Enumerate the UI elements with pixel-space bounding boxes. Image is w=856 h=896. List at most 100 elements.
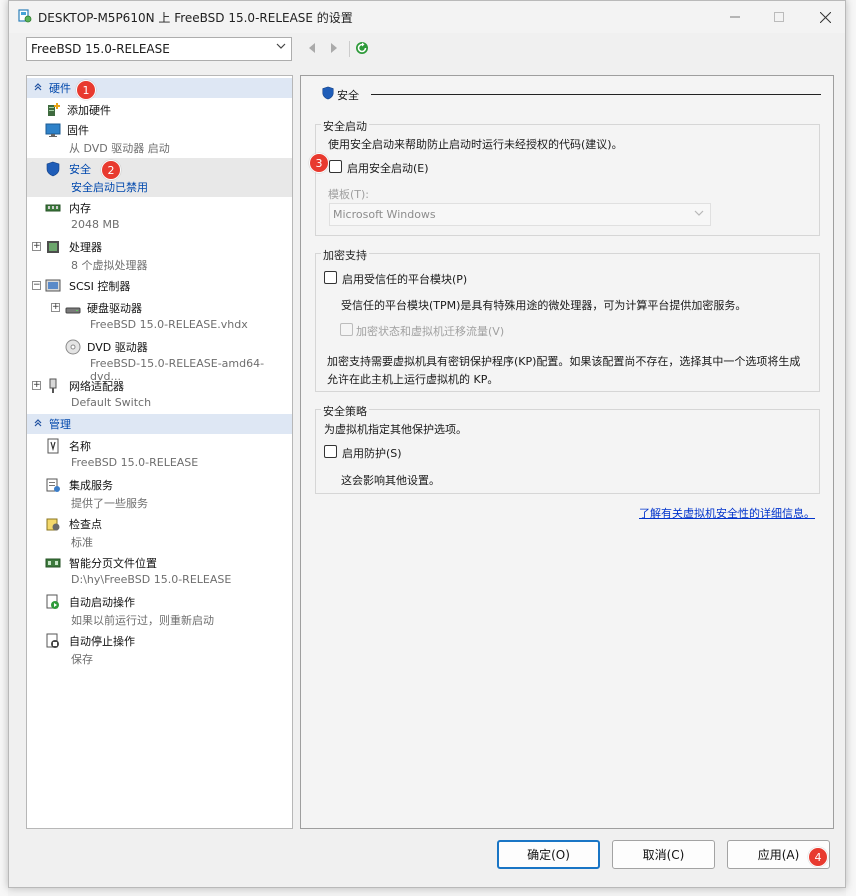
encrypt-traffic-checkbox[interactable] bbox=[340, 323, 353, 336]
scsi-controller-icon bbox=[45, 279, 61, 292]
settings-window: DESKTOP-M5P610N 上 FreeBSD 15.0-RELEASE 的… bbox=[8, 0, 846, 888]
tree-item-integration-services[interactable]: 集成服务 提供了一些服务 bbox=[27, 474, 292, 513]
step-badge-3: 3 bbox=[309, 153, 329, 173]
background-window-left bbox=[0, 0, 8, 896]
encrypt-traffic-label: 加密状态和虚拟机迁移流量(V) bbox=[356, 325, 505, 338]
learn-more-link[interactable]: 了解有关虚拟机安全性的详细信息。 bbox=[639, 505, 815, 521]
maximize-icon bbox=[774, 12, 784, 22]
tree-item-detail: 标准 bbox=[71, 536, 93, 549]
expand-icon[interactable]: + bbox=[51, 303, 60, 312]
expand-icon[interactable]: + bbox=[32, 381, 41, 390]
expand-icon[interactable]: + bbox=[32, 242, 41, 251]
tree-item-firmware[interactable]: 固件 从 DVD 驱动器 启动 bbox=[27, 119, 292, 158]
tree-item-auto-stop[interactable]: 自动停止操作 保存 bbox=[27, 630, 292, 669]
security-panel: 安全 安全启动 使用安全启动来帮助防止启动时运行未经授权的代码(建议)。 启用安… bbox=[300, 75, 834, 829]
checkpoint-icon bbox=[46, 518, 60, 531]
kp-desc-line1: 加密支持需要虚拟机具有密钥保护程序(KP)配置。如果该配置尚不存在，选择其中一个… bbox=[327, 355, 801, 368]
security-policy-title: 安全策略 bbox=[321, 403, 369, 419]
tpm-checkbox[interactable] bbox=[324, 271, 337, 284]
panel-heading: 安全 bbox=[313, 85, 821, 103]
tree-item-detail: D:\hy\FreeBSD 15.0-RELEASE bbox=[71, 573, 232, 586]
hard-drive-icon bbox=[65, 307, 81, 314]
step-badge-4: 4 bbox=[808, 847, 828, 867]
heading-rule bbox=[371, 94, 821, 95]
tree-item-processor[interactable]: + 处理器 8 个虚拟处理器 bbox=[27, 236, 292, 275]
tree-item-label: SCSI 控制器 bbox=[69, 280, 131, 293]
tree-item-network-adapter[interactable]: + 网络适配器 Default Switch bbox=[27, 375, 292, 414]
tree-item-security[interactable]: 安全 安全启动已禁用 bbox=[27, 158, 292, 197]
tree-item-label: 自动启动操作 bbox=[69, 596, 135, 609]
firmware-icon bbox=[45, 123, 61, 137]
processor-icon bbox=[47, 241, 59, 253]
background-window-right bbox=[846, 0, 856, 896]
tree-item-label: 检查点 bbox=[69, 518, 102, 531]
smart-paging-icon bbox=[45, 558, 61, 568]
close-button[interactable] bbox=[805, 5, 845, 29]
collapse-tree-icon[interactable]: − bbox=[32, 281, 41, 290]
chevron-down-icon bbox=[694, 209, 704, 220]
tree-item-label: 名称 bbox=[69, 440, 91, 453]
shielding-label: 启用防护(S) bbox=[342, 447, 402, 460]
kp-desc-line2: 允许在此主机上运行虚拟机的 KP。 bbox=[327, 373, 499, 386]
cancel-button[interactable]: 取消(C) bbox=[612, 840, 715, 869]
tree-item-name[interactable]: 名称 FreeBSD 15.0-RELEASE bbox=[27, 435, 292, 474]
refresh-button[interactable] bbox=[355, 41, 369, 55]
management-section-header[interactable]: 管理 bbox=[27, 414, 292, 434]
tree-item-hard-drive[interactable]: + 硬盘驱动器 FreeBSD 15.0-RELEASE.vhdx bbox=[27, 297, 292, 336]
dvd-drive-icon bbox=[65, 339, 81, 355]
shielding-checkbox[interactable] bbox=[324, 445, 337, 458]
tpm-desc: 受信任的平台模块(TPM)是具有特殊用途的微处理器，可为计算平台提供加密服务。 bbox=[341, 299, 747, 312]
minimize-icon bbox=[730, 16, 740, 18]
panel-title: 安全 bbox=[337, 89, 359, 102]
chevron-down-icon bbox=[276, 41, 286, 54]
tree-item-label: 网络适配器 bbox=[69, 380, 124, 393]
shield-icon bbox=[46, 161, 60, 177]
template-select[interactable]: Microsoft Windows bbox=[329, 203, 711, 226]
tree-item-detail: FreeBSD 15.0-RELEASE.vhdx bbox=[90, 318, 248, 331]
name-tag-icon bbox=[47, 438, 59, 454]
back-button[interactable] bbox=[305, 41, 319, 55]
title-bar: DESKTOP-M5P610N 上 FreeBSD 15.0-RELEASE 的… bbox=[9, 1, 845, 33]
network-adapter-icon bbox=[49, 378, 57, 393]
add-hardware-icon bbox=[48, 103, 60, 116]
secure-boot-checkbox[interactable] bbox=[329, 160, 342, 173]
tree-item-label: 集成服务 bbox=[69, 479, 113, 492]
arrow-right-icon bbox=[331, 43, 337, 53]
tree-item-label: 智能分页文件位置 bbox=[69, 557, 157, 570]
tree-item-label: DVD 驱动器 bbox=[87, 341, 148, 354]
arrow-left-icon bbox=[309, 43, 315, 53]
tree-item-label: 硬盘驱动器 bbox=[87, 302, 142, 315]
tree-item-auto-start[interactable]: 自动启动操作 如果以前运行过，则重新启动 bbox=[27, 591, 292, 630]
window-title: DESKTOP-M5P610N 上 FreeBSD 15.0-RELEASE 的… bbox=[38, 11, 353, 25]
tree-item-detail: Default Switch bbox=[71, 396, 152, 409]
tree-item-detail: 8 个虚拟处理器 bbox=[71, 259, 148, 272]
tree-item-checkpoints[interactable]: 检查点 标准 bbox=[27, 513, 292, 552]
encryption-title: 加密支持 bbox=[321, 247, 369, 263]
minimize-button[interactable] bbox=[715, 5, 755, 29]
tree-item-detail: 提供了一些服务 bbox=[71, 497, 148, 510]
ok-button[interactable]: 确定(O) bbox=[497, 840, 600, 869]
tree-item-detail: 如果以前运行过，则重新启动 bbox=[71, 614, 214, 627]
tree-item-dvd-drive[interactable]: DVD 驱动器 FreeBSD-15.0-RELEASE-amd64-dvd..… bbox=[27, 336, 292, 383]
refresh-icon bbox=[356, 42, 368, 54]
tree-item-memory[interactable]: 内存 2048 MB bbox=[27, 197, 292, 236]
tree-item-label: 固件 bbox=[67, 124, 89, 137]
vm-selector-value: FreeBSD 15.0-RELEASE bbox=[31, 42, 170, 56]
maximize-button[interactable] bbox=[759, 5, 799, 29]
tree-item-label: 安全 bbox=[69, 163, 91, 176]
tree-item-label: 内存 bbox=[69, 202, 91, 215]
auto-start-icon bbox=[46, 594, 59, 609]
tree-item-detail: 从 DVD 驱动器 启动 bbox=[69, 142, 170, 155]
forward-button[interactable] bbox=[327, 41, 341, 55]
settings-tree: 硬件 1 添加硬件 固件 从 DVD 驱动器 启动 安全 安全启动已禁用 2 内… bbox=[26, 75, 293, 829]
secure-boot-label: 启用安全启动(E) bbox=[347, 162, 429, 175]
step-badge-2: 2 bbox=[101, 160, 121, 180]
template-select-value: Microsoft Windows bbox=[333, 208, 436, 221]
tree-item-detail: 安全启动已禁用 bbox=[71, 181, 148, 194]
hardware-section-header[interactable]: 硬件 bbox=[27, 78, 292, 98]
vm-selector[interactable]: FreeBSD 15.0-RELEASE bbox=[26, 37, 292, 61]
management-header-label: 管理 bbox=[49, 418, 71, 431]
tree-item-detail: FreeBSD 15.0-RELEASE bbox=[71, 456, 199, 469]
tree-item-smart-paging[interactable]: 智能分页文件位置 D:\hy\FreeBSD 15.0-RELEASE bbox=[27, 552, 292, 591]
hardware-header-label: 硬件 bbox=[49, 82, 71, 95]
